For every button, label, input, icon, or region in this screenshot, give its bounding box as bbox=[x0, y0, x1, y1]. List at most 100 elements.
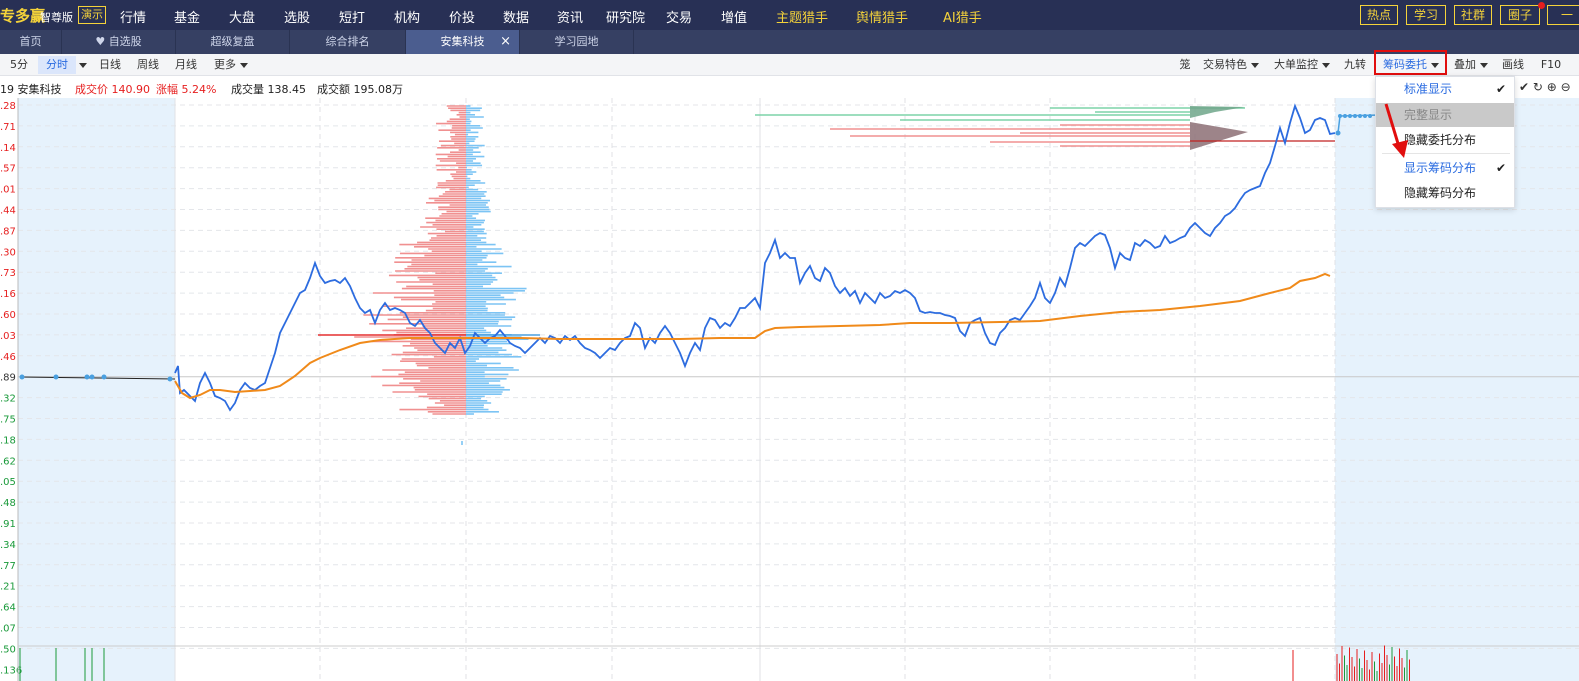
axis-tick-label: .62 bbox=[0, 456, 16, 467]
nav-fund[interactable]: 基金 bbox=[174, 7, 200, 26]
tab-super-review[interactable]: 超级复盘 bbox=[176, 30, 290, 54]
trade-feature-button[interactable]: 交易特色 bbox=[1199, 56, 1263, 74]
axis-tick-label: .71 bbox=[0, 122, 16, 133]
more-periods-button[interactable]: 更多 bbox=[208, 56, 254, 74]
axis-tick-label: .32 bbox=[0, 394, 16, 405]
axis-tick-label: .16 bbox=[0, 289, 16, 300]
axis-tick-label: .28 bbox=[0, 101, 16, 112]
tab-label: 安集科技 bbox=[440, 35, 485, 48]
f10-button[interactable]: F10 bbox=[1536, 56, 1566, 74]
notification-dot bbox=[1538, 2, 1545, 9]
tab-learning[interactable]: 学习园地 bbox=[520, 30, 634, 54]
post-market-point bbox=[1335, 130, 1341, 136]
pre-market-point bbox=[84, 374, 90, 380]
red-arrow-annotation bbox=[1384, 103, 1408, 158]
close-icon[interactable]: × bbox=[500, 30, 511, 54]
demo-button[interactable]: 演示 bbox=[78, 6, 106, 24]
stock-name: 19 安集科技 bbox=[0, 83, 62, 96]
nav-short-trade[interactable]: 短打 bbox=[339, 7, 365, 26]
chart-canvas[interactable]: .28 .71 .14 .57 .01 .44 .87 .30 .73 .16 .60 .03 .46.… bbox=[0, 98, 1579, 681]
axis-tick-label: .01 bbox=[0, 185, 16, 196]
app-window: 专多赢 智尊版 演示 行情 基金 大盘 选股 短打 机构 价投 数据 资讯 研究… bbox=[0, 0, 1579, 681]
axis-tick-label: .44 bbox=[0, 206, 16, 217]
axis-tick-label: .18 bbox=[0, 435, 16, 446]
big-order-label: 大单监控 bbox=[1274, 58, 1318, 71]
draw-line-button[interactable]: 画线 bbox=[1496, 56, 1530, 74]
order-dist-shape bbox=[1190, 106, 1245, 118]
axis-tick-label: .91 bbox=[0, 519, 16, 530]
axis-tick-label: .48 bbox=[0, 498, 16, 509]
post-market-point bbox=[1338, 114, 1342, 118]
axis-tick-label: .64 bbox=[0, 603, 16, 614]
period-5min[interactable]: 5分 bbox=[4, 56, 34, 74]
axis-tick-label: .46 bbox=[0, 352, 16, 363]
nav-institution[interactable]: 机构 bbox=[394, 7, 420, 26]
nav-index[interactable]: 大盘 bbox=[229, 7, 255, 26]
pre-market-point bbox=[101, 374, 107, 380]
app-logo: 专多赢 bbox=[0, 7, 46, 25]
menu-standard-display[interactable]: 标准显示 ✔ bbox=[1376, 77, 1514, 101]
axis-tick-label: .03 bbox=[0, 331, 16, 342]
nav-news[interactable]: 资讯 bbox=[557, 7, 583, 26]
period-intraday[interactable]: 分时 bbox=[38, 56, 76, 74]
nav-data[interactable]: 数据 bbox=[503, 7, 529, 26]
axis-tick-label: .77 bbox=[0, 561, 16, 572]
post-market-point bbox=[1368, 114, 1372, 118]
axis-tick-label: .136 bbox=[0, 665, 22, 676]
period-daily[interactable]: 日线 bbox=[94, 56, 126, 74]
trade-feature-label: 交易特色 bbox=[1203, 58, 1247, 71]
chevron-down-icon bbox=[1322, 62, 1330, 68]
nav-market[interactable]: 行情 bbox=[120, 7, 146, 26]
hot-button[interactable]: 热点 bbox=[1360, 5, 1398, 25]
chevron-down-icon[interactable] bbox=[76, 56, 90, 74]
pre-market-point bbox=[167, 376, 173, 382]
nav-sentiment-hunter[interactable]: 舆情猎手 bbox=[856, 7, 908, 26]
post-market-point bbox=[1343, 114, 1347, 118]
axis-tick-label: .50 bbox=[0, 644, 16, 655]
cage-button[interactable]: 笼 bbox=[1175, 56, 1195, 74]
overlay-button[interactable]: 叠加 bbox=[1450, 56, 1492, 74]
nav-stock-picker[interactable]: 选股 bbox=[284, 7, 310, 26]
big-order-monitor-button[interactable]: 大单监控 bbox=[1268, 56, 1336, 74]
turnover-amount: 成交额 195.08万 bbox=[317, 83, 403, 96]
check-icon: ✔ bbox=[1495, 82, 1506, 96]
chevron-down-icon bbox=[1480, 62, 1488, 68]
axis-tick-label: .05 bbox=[0, 477, 16, 488]
nav-value-added[interactable]: 增值 bbox=[721, 7, 747, 26]
last-price: 成交价 140.90 bbox=[75, 83, 150, 96]
volume: 成交量 138.45 bbox=[231, 83, 306, 96]
nav-ai-hunter[interactable]: AI猎手 bbox=[943, 7, 982, 26]
highlight-box bbox=[1374, 50, 1447, 75]
period-monthly[interactable]: 月线 bbox=[170, 56, 202, 74]
intraday-chart[interactable]: .28 .71 .14 .57 .01 .44 .87 .30 .73 .16 .60 .03 .46.… bbox=[0, 98, 1579, 681]
tab-ranking[interactable]: 综合排名 bbox=[290, 30, 406, 54]
nine-turn-button[interactable]: 九转 bbox=[1340, 56, 1370, 74]
chevron-down-icon bbox=[1251, 62, 1259, 68]
circle-button[interactable]: 圈子 bbox=[1500, 5, 1540, 25]
tab-label: 超级复盘 bbox=[210, 35, 255, 48]
chevron-down-icon bbox=[240, 62, 248, 68]
post-market-point bbox=[1353, 114, 1357, 118]
period-weekly[interactable]: 周线 bbox=[132, 56, 164, 74]
tab-bar: 首页 ♥ 自选股 超级复盘 综合排名 安集科技 × 学习园地 bbox=[0, 30, 1579, 54]
nav-theme-hunter[interactable]: 主题猎手 bbox=[776, 7, 828, 26]
price-line bbox=[174, 103, 1336, 412]
nav-research[interactable]: 研究院 bbox=[606, 7, 645, 26]
menu-hide-chip-dist[interactable]: 隐藏筹码分布 bbox=[1376, 181, 1514, 205]
tab-label: 自选股 bbox=[108, 35, 142, 48]
learn-button[interactable]: 学习 bbox=[1406, 5, 1446, 25]
nav-value-invest[interactable]: 价投 bbox=[449, 7, 475, 26]
overlay-label: 叠加 bbox=[1454, 58, 1476, 71]
tab-stock-anji[interactable]: 安集科技 × bbox=[406, 30, 520, 54]
tab-home[interactable]: 首页 bbox=[0, 30, 62, 54]
nav-trade[interactable]: 交易 bbox=[666, 7, 692, 26]
community-button[interactable]: 社群 bbox=[1454, 5, 1492, 25]
chart-toolbar: 5分 分时 日线 周线 月线 更多 笼 交易特色 大单监控 九转 筹码委托 叠加… bbox=[0, 54, 1579, 76]
axis-tick-label: .87 bbox=[0, 226, 16, 237]
tab-watchlist[interactable]: ♥ 自选股 bbox=[62, 30, 176, 54]
more-button[interactable]: 一 bbox=[1547, 5, 1579, 25]
menu-label: 显示筹码分布 bbox=[1404, 161, 1477, 175]
axis-tick-label: .14 bbox=[0, 143, 16, 154]
axis-tick-label: .34 bbox=[0, 540, 16, 551]
chart-tool-icons[interactable]: ✔ ↻ ⊕ ⊖ bbox=[1519, 80, 1571, 94]
